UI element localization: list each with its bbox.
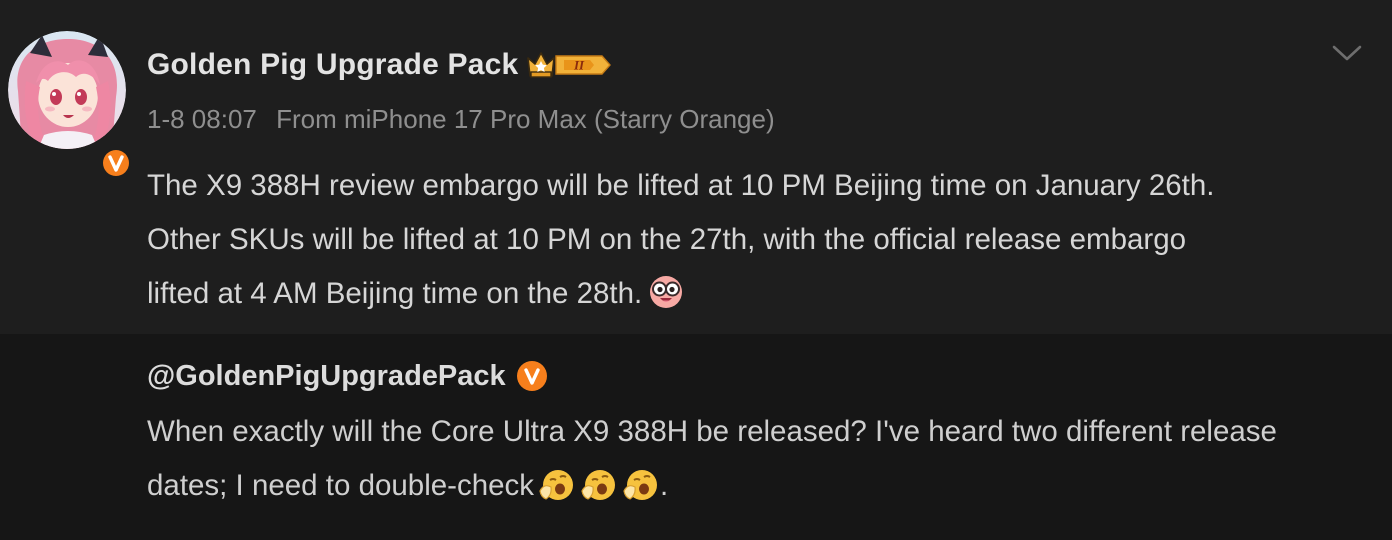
author-name[interactable]: Golden Pig Upgrade Pack	[147, 48, 518, 82]
quoted-author: @GoldenPigUpgradePack	[147, 356, 548, 396]
post-header: Golden Pig Upgrade Pack II	[147, 44, 612, 86]
quoted-trailing-text: .	[660, 469, 669, 502]
yawn-emoji-icon	[581, 470, 616, 501]
glasses-face-emoji-icon	[650, 276, 683, 309]
quoted-text-line: dates; I need to double-check	[147, 469, 535, 502]
yawn-emoji-icon	[623, 470, 658, 501]
post-text-line: The X9 388H review embargo will be lifte…	[147, 169, 1215, 202]
post-text-line-last: lifted at 4 AM Beijing time on the 28th.	[147, 267, 1377, 321]
quoted-post[interactable]: @GoldenPigUpgradePack When exactly will …	[0, 334, 1392, 540]
quoted-text-line-last: dates; I need to double-check .	[147, 459, 1367, 513]
yawn-emoji-icon	[539, 470, 574, 501]
chevron-down-icon[interactable]	[1330, 38, 1364, 68]
author-avatar[interactable]	[8, 31, 131, 178]
post-source: From miPhone 17 Pro Max (Starry Orange)	[276, 104, 775, 134]
post-text-line: lifted at 4 AM Beijing time on the 28th.	[147, 277, 643, 310]
quoted-author-handle[interactable]: @GoldenPigUpgradePack	[147, 360, 506, 393]
member-level-text: II	[573, 58, 585, 73]
quoted-body: When exactly will the Core Ultra X9 388H…	[147, 405, 1367, 513]
verified-badge-icon	[101, 148, 131, 178]
post-body: The X9 388H review embargo will be lifte…	[147, 159, 1377, 321]
post-meta: 1-8 08:07 From miPhone 17 Pro Max (Starr…	[147, 104, 775, 135]
verified-badge-icon	[516, 361, 547, 391]
post-time[interactable]: 1-8 08:07	[147, 104, 257, 134]
post-text-line: Other SKUs will be lifted at 10 PM on th…	[147, 223, 1187, 256]
quoted-text-line: When exactly will the Core Ultra X9 388H…	[147, 415, 1277, 448]
anime-girl-avatar-icon	[8, 31, 126, 149]
member-level-badge-icon[interactable]: II	[526, 48, 612, 82]
weibo-post: Golden Pig Upgrade Pack II 1-8 08:07 Fro…	[0, 0, 1392, 334]
